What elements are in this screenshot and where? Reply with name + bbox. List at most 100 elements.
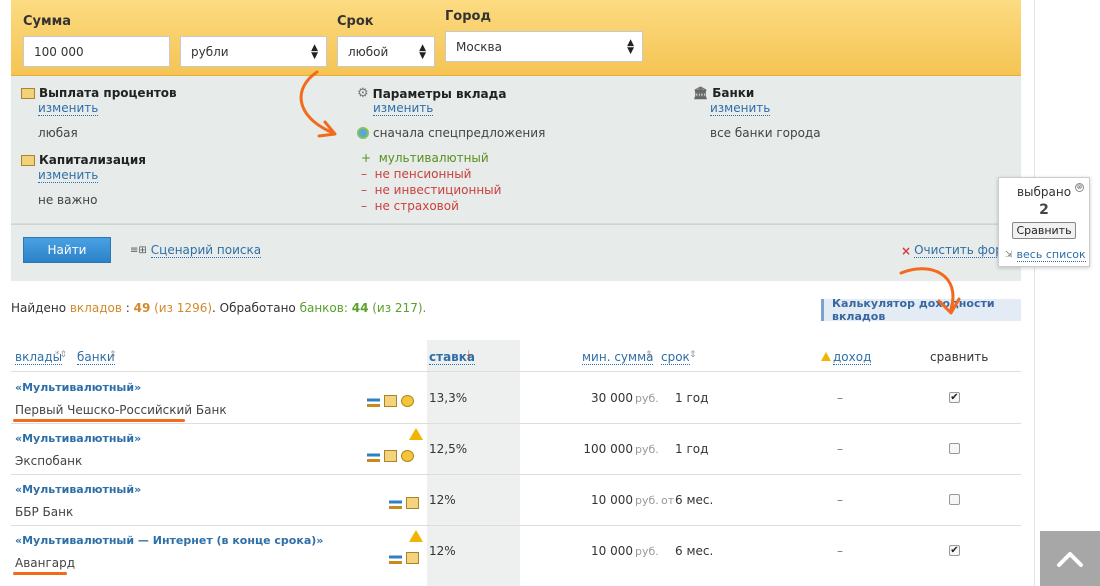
- option-not-investment: – не инвестиционный: [361, 183, 501, 197]
- summary-deposits-word: вкладов: [69, 301, 122, 315]
- income-value: –: [837, 391, 843, 405]
- sort-term[interactable]: срок: [661, 350, 690, 365]
- calendar-icon[interactable]: [406, 552, 419, 564]
- term-select[interactable]: любой ▲ ▼: [337, 36, 435, 67]
- calendar-icon[interactable]: [384, 395, 397, 407]
- chart-icon: [21, 154, 35, 166]
- download-icon[interactable]: [367, 395, 380, 407]
- term-value: 6 мес.: [675, 544, 714, 558]
- rate-value: 13,3%: [429, 391, 468, 405]
- download-icon[interactable]: [367, 450, 380, 462]
- compare-checkbox[interactable]: [949, 443, 960, 454]
- summary-deposits-total: (из 1296): [154, 301, 213, 315]
- sort-min-sum[interactable]: мин. сумма: [582, 350, 654, 365]
- currency-unit: руб.: [635, 545, 659, 558]
- minus-icon: –: [361, 183, 367, 197]
- deposit-name-link[interactable]: «Мультивалютный»: [15, 483, 141, 496]
- capitalization-change-link[interactable]: изменить: [38, 169, 99, 183]
- compare-header: сравнить: [930, 350, 989, 364]
- bank-building-icon: 🏛: [693, 86, 709, 100]
- option-text: не инвестиционный: [374, 183, 502, 197]
- deposit-params-title-text: Параметры вклада: [372, 86, 507, 101]
- selected-count: 2: [1039, 202, 1049, 218]
- scenario-icon: ≡⊞: [130, 245, 147, 256]
- bank-name-link[interactable]: Первый Чешско-Российский Банк: [15, 403, 227, 417]
- all-list-link[interactable]: ⇲ весь список: [1005, 248, 1086, 262]
- row-icons: [367, 395, 414, 407]
- city-value: Москва: [456, 39, 502, 54]
- city-select[interactable]: Москва ▲ ▼: [445, 31, 643, 62]
- currency-unit: руб.: [635, 443, 659, 456]
- row-icons: [389, 497, 419, 509]
- deposit-params-change-link[interactable]: изменить: [373, 102, 434, 116]
- payout-title: Выплата процентов: [21, 86, 177, 100]
- calendar-icon[interactable]: [384, 450, 397, 462]
- compare-checkbox[interactable]: [949, 494, 960, 505]
- banks-change-link[interactable]: изменить: [710, 102, 771, 116]
- city-label: Город: [445, 9, 491, 24]
- table-row: «Мультивалютный — Интернет (в конце срок…: [11, 526, 1021, 577]
- table-row: «Мультивалютный» Экспобанк 12,5% 100 000…: [11, 424, 1021, 475]
- minus-icon: –: [361, 167, 367, 181]
- annotation-arrow-icon: [299, 70, 337, 138]
- row-icons: [389, 552, 419, 564]
- banks-value: все банки города: [710, 126, 821, 140]
- annotation-arrow-icon: [899, 267, 961, 315]
- sort-icon: ⇕: [109, 350, 117, 360]
- list-icon: ⇲: [1005, 250, 1013, 260]
- deposit-name-link[interactable]: «Мультивалютный»: [15, 432, 141, 445]
- summary-banks-total: (из 217).: [372, 301, 427, 315]
- deposit-name-link[interactable]: «Мультивалютный — Интернет (в конце срок…: [15, 534, 323, 547]
- select-arrows-icon: ▲ ▼: [419, 43, 426, 61]
- option-text: мультивалютный: [378, 151, 489, 165]
- summary-banks-word: банков:: [299, 301, 348, 315]
- search-form: Сумма 100 000 рубли ▲ ▼ Срок любой ▲ ▼ Гор…: [11, 0, 1021, 76]
- compare-button[interactable]: Сравнить: [1012, 222, 1076, 239]
- bank-name-link[interactable]: ББР Банк: [15, 505, 73, 519]
- rate-value: 12%: [429, 544, 456, 558]
- term-from: от: [661, 494, 675, 507]
- compare-checkbox[interactable]: ✔: [949, 392, 960, 403]
- warning-icon: [409, 530, 423, 542]
- option-not-pension: – не пенсионный: [361, 167, 471, 181]
- sort-icon: ⇕: [689, 350, 697, 360]
- payout-change-link[interactable]: изменить: [38, 102, 99, 116]
- compare-checkbox[interactable]: ✔: [949, 545, 960, 556]
- term-value: 1 год: [675, 442, 709, 456]
- income-value: –: [837, 544, 843, 558]
- special-offer-icon[interactable]: [401, 450, 414, 462]
- right-sidebar: [1034, 0, 1100, 586]
- special-offer-icon[interactable]: [401, 395, 414, 407]
- compare-popup: ⊗ выбрано 2 Сравнить ⇲ весь список: [998, 177, 1090, 267]
- table-row: «Мультивалютный» Первый Чешско-Российски…: [11, 373, 1021, 424]
- scenario-link[interactable]: ≡⊞ Сценарий поиска: [130, 243, 262, 258]
- calendar-icon[interactable]: [406, 497, 419, 509]
- sum-input[interactable]: 100 000: [23, 36, 170, 67]
- download-icon[interactable]: [389, 497, 402, 509]
- deposit-name-link[interactable]: «Мультивалютный»: [15, 381, 141, 394]
- deposit-search: Сумма 100 000 рубли ▲ ▼ Срок любой ▲ ▼ Гор…: [11, 0, 1021, 586]
- scenario-link-text: Сценарий поиска: [150, 243, 262, 258]
- results-summary: Найдено вкладов : 49 (из 1296). Обработа…: [11, 301, 427, 315]
- annotation-underline: [13, 572, 67, 575]
- term-value: 6 мес.: [675, 493, 714, 507]
- option-multicurrency: + мультивалютный: [361, 151, 489, 165]
- payout-value: любая: [38, 126, 78, 140]
- download-icon[interactable]: [389, 552, 402, 564]
- special-offers: сначала спецпредложения: [357, 126, 545, 140]
- currency-select[interactable]: рубли ▲ ▼: [180, 36, 327, 67]
- summary-prefix: Найдено: [11, 301, 70, 315]
- option-text: не страховой: [374, 199, 459, 213]
- term-value: 1 год: [675, 391, 709, 405]
- table-header: вклады *⇕ банки ⇕ ставка ⇣ мин. сумма ⇕ …: [11, 340, 1021, 372]
- bank-name-link[interactable]: Экспобанк: [15, 454, 82, 468]
- remove-icon: ×: [901, 243, 912, 258]
- min-sum-value: 10 000: [591, 544, 633, 558]
- find-button[interactable]: Найти: [23, 237, 111, 263]
- bank-name-link[interactable]: Авангард: [15, 556, 75, 570]
- scroll-top-button[interactable]: [1040, 531, 1100, 586]
- select-arrows-icon: ▲ ▼: [311, 43, 318, 61]
- close-icon[interactable]: ⊗: [1075, 183, 1084, 192]
- sort-income[interactable]: доход: [833, 350, 872, 365]
